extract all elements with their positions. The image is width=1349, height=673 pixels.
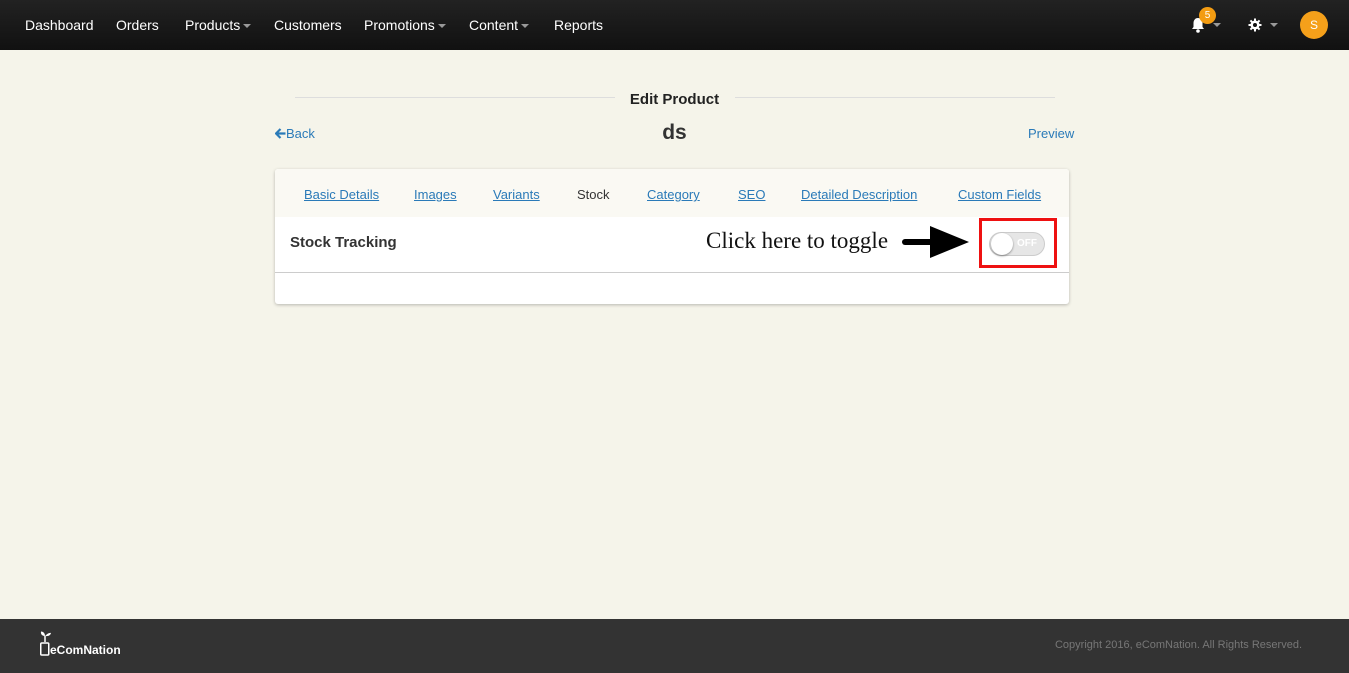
chevron-down-icon: [1213, 23, 1221, 27]
user-avatar[interactable]: S: [1300, 11, 1328, 39]
tab-basic-details[interactable]: Basic Details: [304, 187, 379, 202]
toggle-state-label: OFF: [1017, 238, 1037, 249]
tab-seo[interactable]: SEO: [738, 187, 765, 202]
row-divider: [275, 272, 1069, 273]
toggle-annotation: Click here to toggle: [706, 228, 889, 253]
tab-variants[interactable]: Variants: [493, 187, 540, 202]
chevron-down-icon: [521, 24, 530, 29]
product-tabs: Basic Details Images Variants Stock Cate…: [275, 169, 1069, 217]
toggle-knob: [991, 233, 1013, 255]
chevron-down-icon: [437, 24, 446, 29]
arrow-right-icon: [902, 226, 969, 258]
copyright-text: Copyright 2016, eComNation. All Rights R…: [1054, 639, 1302, 651]
top-navbar: Dashboard Orders Products Customers Prom…: [0, 0, 1349, 50]
nav-promotions[interactable]: Promotions: [364, 0, 446, 50]
chevron-down-icon: [243, 24, 252, 29]
nav-promotions-label: Promotions: [364, 17, 435, 33]
footer-brand: eComNation: [50, 643, 121, 657]
nav-products[interactable]: Products: [185, 0, 252, 50]
stock-tracking-toggle[interactable]: OFF: [989, 232, 1045, 256]
notification-badge: 5: [1199, 7, 1216, 24]
stock-tracking-label: Stock Tracking: [290, 234, 397, 251]
tab-category[interactable]: Category: [647, 187, 700, 202]
nav-customers[interactable]: Customers: [274, 0, 342, 50]
nav-orders[interactable]: Orders: [116, 0, 159, 50]
page-title: Edit Product: [629, 91, 720, 108]
gear-icon: [1248, 18, 1262, 32]
preview-link[interactable]: Preview: [1028, 126, 1074, 141]
tab-images[interactable]: Images: [414, 187, 457, 202]
nav-products-label: Products: [185, 17, 241, 33]
nav-reports[interactable]: Reports: [554, 0, 603, 50]
chevron-down-icon: [1270, 23, 1278, 27]
nav-dashboard[interactable]: Dashboard: [25, 0, 94, 50]
nav-content[interactable]: Content: [469, 0, 530, 50]
tab-detailed-description[interactable]: Detailed Description: [801, 187, 917, 202]
nav-content-label: Content: [469, 17, 519, 33]
product-name: ds: [662, 121, 687, 144]
tab-stock[interactable]: Stock: [577, 187, 610, 202]
tab-custom-fields[interactable]: Custom Fields: [958, 187, 1041, 202]
settings-button[interactable]: [1247, 0, 1279, 50]
